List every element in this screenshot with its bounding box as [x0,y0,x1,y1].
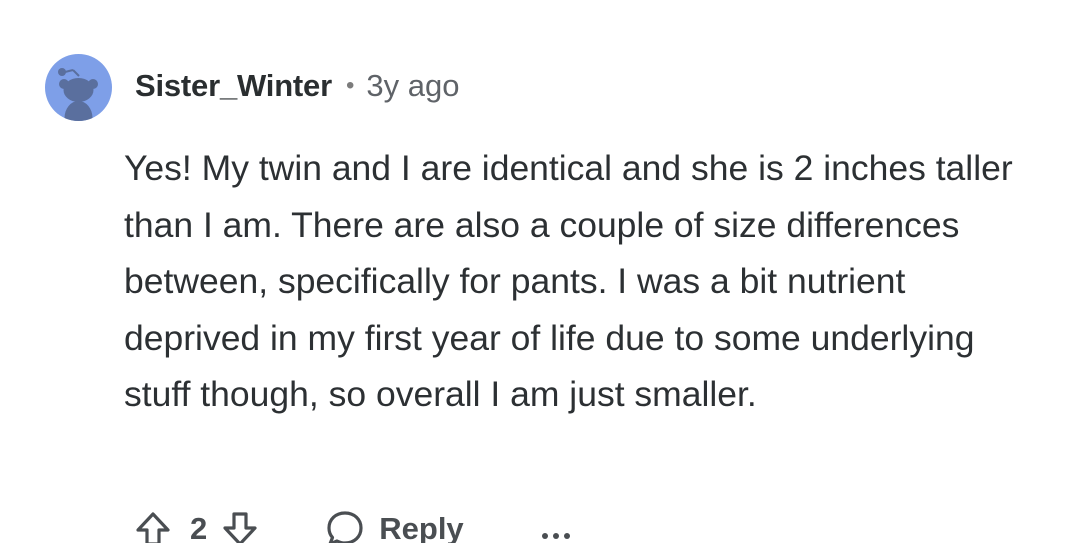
speech-bubble-icon [327,511,363,543]
ellipsis-icon [541,533,548,539]
ellipsis-icon [563,533,570,539]
comment-header: Sister_Winter • 3y ago [135,66,459,106]
downvote-arrow-icon [223,512,257,543]
username-link[interactable]: Sister_Winter [135,68,332,104]
comment-body: Yes! My twin and I are identical and she… [124,148,1013,414]
comment-timestamp: 3y ago [366,68,460,103]
reply-label: Reply [379,511,464,543]
comment: Sister_Winter • 3y ago Yes! My twin and … [0,0,1080,543]
downvote-button[interactable] [221,510,259,543]
snoo-avatar-icon [58,68,98,121]
reply-button[interactable]: Reply [325,509,464,543]
more-options-button[interactable] [541,519,570,539]
vote-count: 2 [190,511,208,543]
upvote-arrow-icon [136,512,170,543]
comment-actions: 2 Reply [134,505,570,543]
meta-separator: • [345,72,355,99]
upvote-button[interactable] [134,510,172,543]
avatar[interactable] [45,54,112,121]
ellipsis-icon [552,533,559,539]
